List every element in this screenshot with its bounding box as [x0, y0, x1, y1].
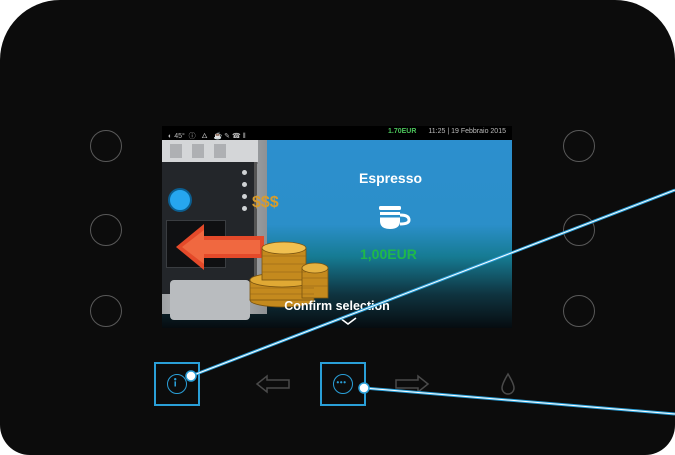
more-options-button[interactable]	[320, 362, 366, 406]
info-button[interactable]	[154, 362, 200, 406]
product-price: 1,00EUR	[360, 246, 417, 262]
left-button-1[interactable]	[90, 130, 122, 162]
temperature-icon: ◐	[168, 133, 173, 140]
espresso-cup-icon	[379, 206, 411, 229]
right-button-1[interactable]	[563, 130, 595, 162]
chevron-down-icon[interactable]	[338, 316, 358, 326]
left-button-3[interactable]	[90, 295, 122, 327]
service-icons: ☕ ✎ ☎ ⫴	[209, 133, 246, 140]
credit-display: 1.70EUR	[388, 128, 417, 135]
right-button-2[interactable]	[563, 214, 595, 246]
left-button-2[interactable]	[90, 214, 122, 246]
arrow-right-icon[interactable]	[394, 374, 430, 394]
confirm-selection-label[interactable]: Confirm selection	[162, 299, 512, 313]
coins-icon	[249, 241, 329, 308]
datetime: 11:25 | 19 Febbraio 2015	[428, 128, 506, 135]
display-screen: ◐ 45° ⓘ 🜂 ☕ ✎ ☎ ⫴ 1.70EUR 11:25 | 19 Feb…	[162, 126, 512, 328]
status-bar: ◐ 45° ⓘ 🜂 ☕ ✎ ☎ ⫴ 1.70EUR 11:25 | 19 Feb…	[162, 126, 512, 140]
warning-icon: ⓘ 🜂	[186, 133, 208, 140]
info-icon	[167, 374, 187, 394]
selection-content: $$$ Espresso 1,00EUR Confirm selection	[162, 140, 512, 328]
right-button-3[interactable]	[563, 295, 595, 327]
arrow-left-icon[interactable]	[255, 374, 291, 394]
price-symbol: $$$	[252, 194, 279, 211]
water-drop-icon[interactable]	[500, 372, 516, 396]
product-name: Espresso	[359, 170, 423, 186]
temperature-value: 45°	[174, 133, 185, 140]
more-options-icon	[333, 374, 353, 394]
